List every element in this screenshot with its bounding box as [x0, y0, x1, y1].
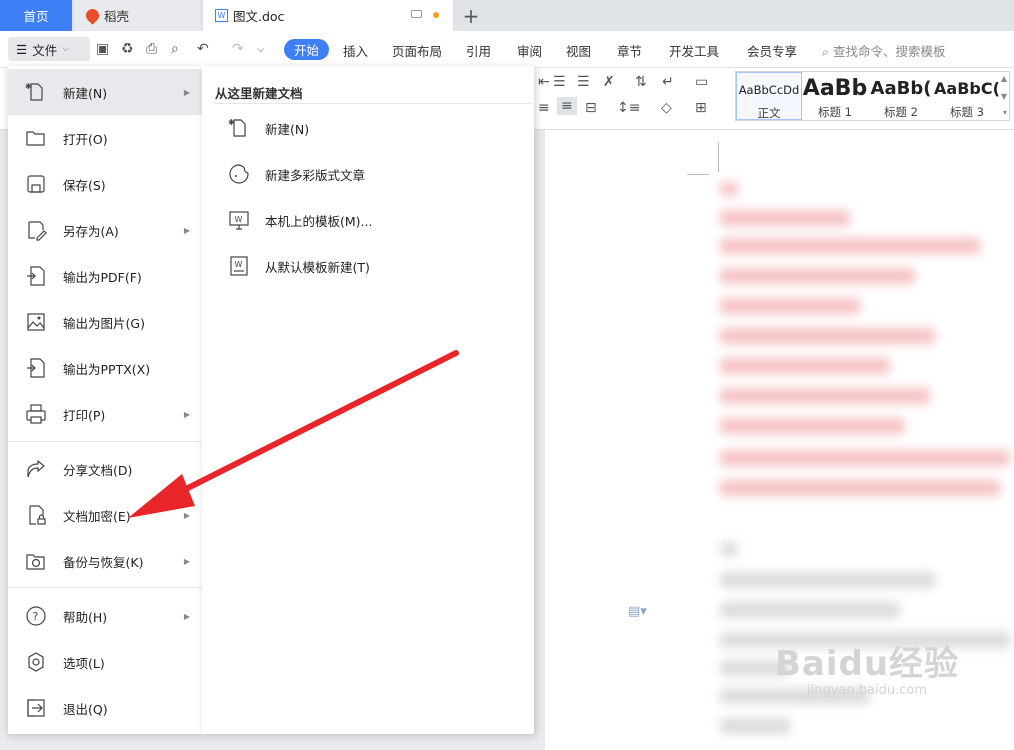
- annotation-arrow: [128, 350, 459, 518]
